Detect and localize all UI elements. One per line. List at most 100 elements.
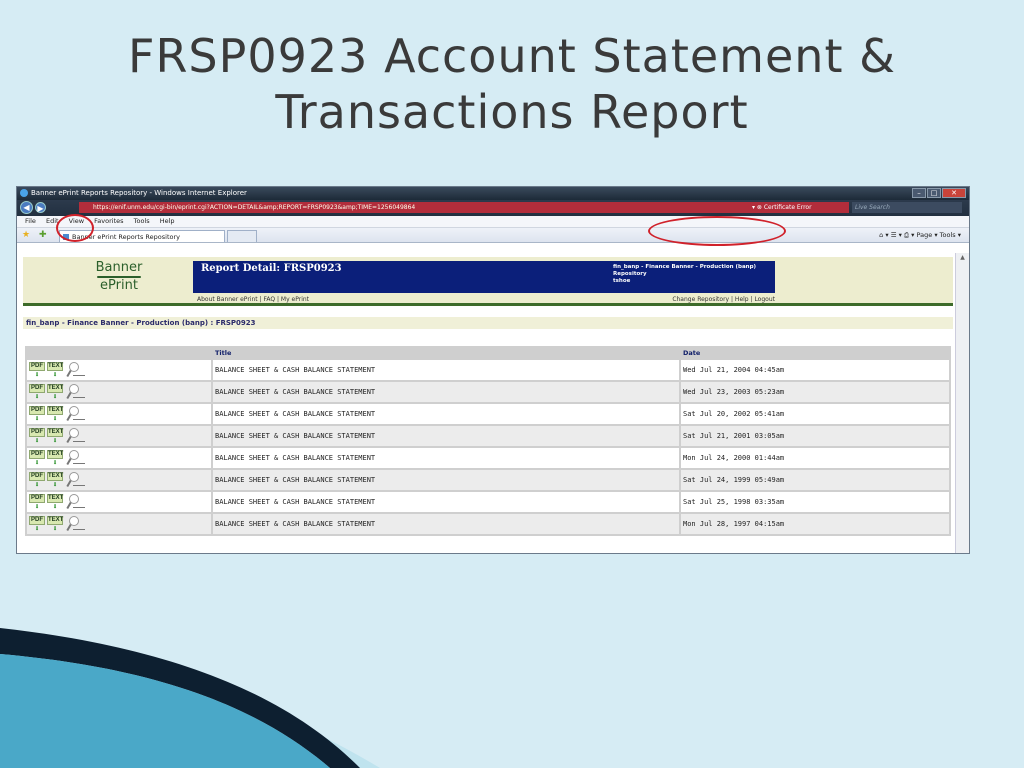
report-title-cell[interactable]: BALANCE SHEET & CASH BALANCE STATEMENT	[213, 514, 679, 534]
browser-window-screenshot: Banner ePrint Reports Repository - Windo…	[16, 186, 970, 554]
download-arrow-icon: ⬇	[34, 502, 40, 511]
slide-title-line-2: Transactions Report	[275, 85, 749, 139]
view-report-icon[interactable]	[66, 428, 89, 444]
report-title-cell[interactable]: BALANCE SHEET & CASH BALANCE STATEMENT	[213, 360, 679, 380]
view-report-icon[interactable]	[66, 450, 89, 466]
table-row: PDF ⬇ TEXT ⬇ BALANCE SHEET & CASH BALANCE ST…	[27, 382, 949, 402]
repository-help-logout-links[interactable]: Change Repository | Help | Logout	[672, 296, 775, 303]
menu-favorites[interactable]: Favorites	[94, 217, 123, 225]
menu-bar: File Edit View Favorites Tools Help	[17, 216, 969, 228]
eprint-header: Banner ePrint Report Detail: FRSP0923 fi…	[23, 257, 953, 303]
minimize-button[interactable]: –	[912, 188, 926, 198]
add-favorite-icon[interactable]: ✚	[39, 230, 47, 240]
format-icons-cell: PDF ⬇ TEXT ⬇	[27, 492, 211, 512]
command-bar-label: Page ▾ Tools ▾	[916, 231, 961, 239]
format-icons-cell: PDF ⬇ TEXT ⬇	[27, 382, 211, 402]
report-date-cell: Mon Jul 28, 1997 04:15am	[681, 514, 949, 534]
icons-column-header	[27, 348, 211, 358]
view-report-icon[interactable]	[66, 406, 89, 422]
view-report-icon[interactable]	[66, 516, 89, 532]
report-date-cell: Sat Jul 21, 2001 03:05am	[681, 426, 949, 446]
certificate-error-button[interactable]: ▾ ⊗ Certificate Error	[752, 202, 812, 213]
text-download-icon[interactable]: TEXT ⬇	[47, 384, 63, 401]
address-row: ◀ ▶ https://enif.unm.edu/cgi-bin/eprint.…	[17, 200, 969, 216]
command-bar[interactable]: ⌂ ▾ ☰ ▾ ⎙ ▾ Page ▾ Tools ▾	[879, 230, 961, 240]
format-icons-cell: PDF ⬇ TEXT ⬇	[27, 404, 211, 424]
menu-tools[interactable]: Tools	[134, 217, 150, 225]
download-arrow-icon: ⬇	[34, 414, 40, 423]
highlight-oval-view-icon	[56, 214, 94, 242]
slide-title: FRSP0923 Account Statement & Transaction…	[0, 28, 1024, 140]
slide-title-line-1: FRSP0923 Account Statement &	[128, 29, 896, 83]
report-title-cell[interactable]: BALANCE SHEET & CASH BALANCE STATEMENT	[213, 382, 679, 402]
report-title-cell[interactable]: BALANCE SHEET & CASH BALANCE STATEMENT	[213, 470, 679, 490]
report-date-cell: Mon Jul 24, 2000 01:44am	[681, 448, 949, 468]
window-controls: – □ ✕	[912, 188, 966, 198]
pdf-download-icon[interactable]: PDF ⬇	[29, 428, 45, 445]
close-button[interactable]: ✕	[942, 188, 966, 198]
address-text: https://enif.unm.edu/cgi-bin/eprint.cgi?…	[93, 204, 416, 211]
address-input[interactable]: https://enif.unm.edu/cgi-bin/eprint.cgi?…	[79, 202, 849, 213]
format-icons-cell: PDF ⬇ TEXT ⬇	[27, 470, 211, 490]
about-faq-links[interactable]: About Banner ePrint | FAQ | My ePrint	[197, 296, 309, 303]
text-download-icon[interactable]: TEXT ⬇	[47, 472, 63, 489]
text-download-icon[interactable]: TEXT ⬇	[47, 516, 63, 533]
tab-bar: ★ ✚ Banner ePrint Reports Repository ⌂ ▾…	[17, 228, 969, 243]
date-column-header: Date	[681, 348, 949, 358]
table-header-row: Title Date	[27, 348, 949, 358]
text-download-icon[interactable]: TEXT ⬇	[47, 362, 63, 379]
page-content: Banner ePrint Report Detail: FRSP0923 fi…	[17, 253, 955, 553]
report-title-cell[interactable]: BALANCE SHEET & CASH BALANCE STATEMENT	[213, 492, 679, 512]
maximize-button[interactable]: □	[927, 188, 941, 198]
report-detail-bar: Report Detail: FRSP0923 fin_banp - Finan…	[193, 261, 775, 293]
menu-help[interactable]: Help	[160, 217, 175, 225]
text-download-icon[interactable]: TEXT ⬇	[47, 406, 63, 423]
view-report-icon[interactable]	[66, 494, 89, 510]
download-arrow-icon: ⬇	[34, 458, 40, 467]
report-title-cell[interactable]: BALANCE SHEET & CASH BALANCE STATEMENT	[213, 448, 679, 468]
header-links: About Banner ePrint | FAQ | My ePrint Ch…	[197, 296, 775, 303]
repository-name: fin_banp - Finance Banner - Production (…	[613, 264, 757, 270]
live-search-input[interactable]: Live Search	[852, 202, 962, 213]
magnifier-handle	[66, 457, 72, 466]
magnifier-handle	[66, 501, 72, 510]
forward-icon[interactable]: ▶	[35, 202, 46, 213]
view-report-icon[interactable]	[66, 384, 89, 400]
pdf-download-icon[interactable]: PDF ⬇	[29, 406, 45, 423]
download-arrow-icon: ⬇	[52, 370, 58, 379]
back-icon[interactable]: ◀	[20, 201, 33, 214]
view-report-icon[interactable]	[66, 362, 89, 378]
report-title-cell[interactable]: BALANCE SHEET & CASH BALANCE STATEMENT	[213, 426, 679, 446]
favorites-star-icon[interactable]: ★	[22, 230, 30, 240]
magnifier-handle	[66, 391, 72, 400]
format-icons-cell: PDF ⬇ TEXT ⬇	[27, 360, 211, 380]
magnifier-handle	[66, 435, 72, 444]
logo-line-1: Banner	[95, 260, 143, 275]
certificate-error-label: Certificate Error	[763, 204, 812, 211]
magnifier-handle	[66, 413, 72, 422]
user-name: tshoe	[613, 278, 631, 284]
text-download-icon[interactable]: TEXT ⬇	[47, 450, 63, 467]
pdf-download-icon[interactable]: PDF ⬇	[29, 362, 45, 379]
menu-file[interactable]: File	[25, 217, 36, 225]
new-tab-button[interactable]	[227, 230, 257, 242]
download-arrow-icon: ⬇	[34, 480, 40, 489]
table-row: PDF ⬇ TEXT ⬇ BALANCE SHEET & CASH BALANCE ST…	[27, 360, 949, 380]
view-report-icon[interactable]	[66, 472, 89, 488]
text-download-icon[interactable]: TEXT ⬇	[47, 428, 63, 445]
pdf-download-icon[interactable]: PDF ⬇	[29, 472, 45, 489]
underline-mark	[73, 485, 85, 486]
pdf-download-icon[interactable]: PDF ⬇	[29, 384, 45, 401]
text-download-icon[interactable]: TEXT ⬇	[47, 494, 63, 511]
report-title-cell[interactable]: BALANCE SHEET & CASH BALANCE STATEMENT	[213, 404, 679, 424]
pdf-download-icon[interactable]: PDF ⬇	[29, 516, 45, 533]
report-date-cell: Wed Jul 23, 2003 05:23am	[681, 382, 949, 402]
scroll-up-icon[interactable]: ▲	[956, 253, 969, 263]
table-row: PDF ⬇ TEXT ⬇ BALANCE SHEET & CASH BALANCE ST…	[27, 492, 949, 512]
banner-eprint-logo[interactable]: Banner ePrint	[79, 261, 159, 293]
pdf-download-icon[interactable]: PDF ⬇	[29, 450, 45, 467]
pdf-download-icon[interactable]: PDF ⬇	[29, 494, 45, 511]
decorative-swoosh	[0, 628, 380, 768]
vertical-scrollbar[interactable]: ▲	[955, 253, 969, 553]
format-icons-cell: PDF ⬇ TEXT ⬇	[27, 514, 211, 534]
